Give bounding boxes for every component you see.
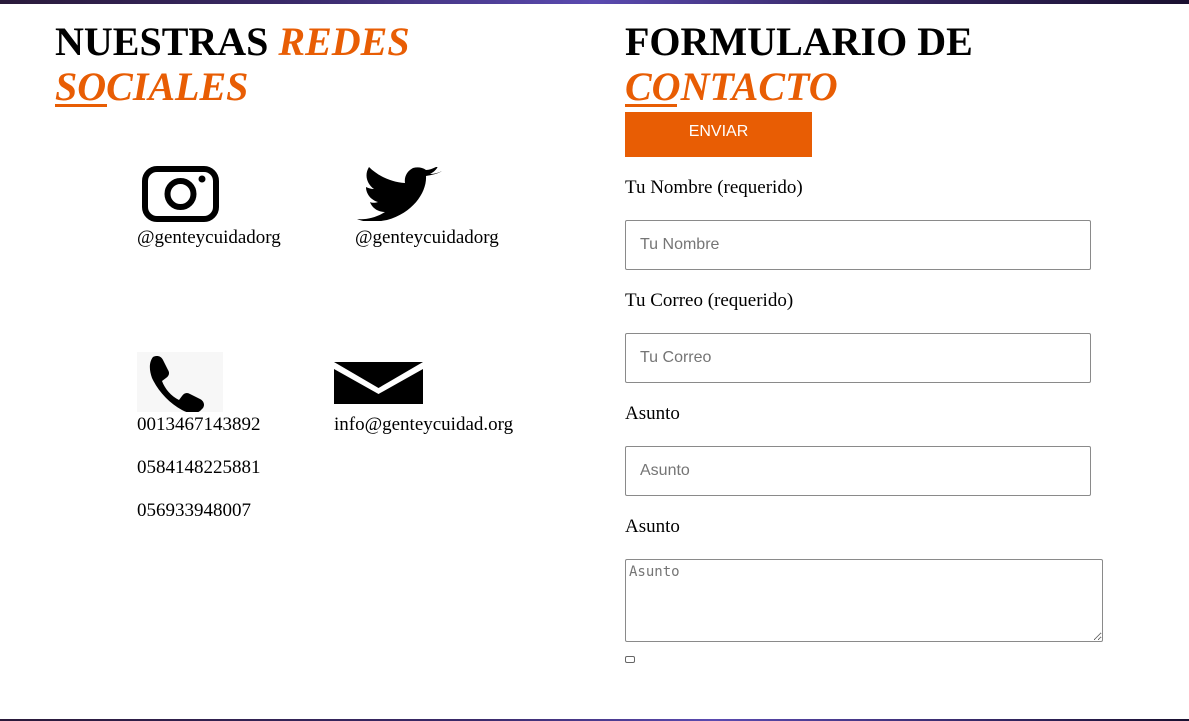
heading-plain-text: NUESTRAS bbox=[55, 19, 269, 64]
twitter-handle[interactable]: @genteycuidadorg bbox=[355, 227, 499, 249]
phone-icon bbox=[137, 352, 223, 412]
phone-number-3[interactable]: 056933948007 bbox=[137, 500, 251, 522]
top-gradient-bar bbox=[0, 0, 1189, 4]
email-address[interactable]: info@genteycuidad.org bbox=[334, 414, 513, 436]
form-section-heading: FORMULARIO DE CONTACTO bbox=[625, 19, 973, 109]
consent-checkbox[interactable] bbox=[625, 656, 635, 663]
phone-number-1[interactable]: 0013467143892 bbox=[137, 414, 261, 436]
envelope-icon bbox=[334, 362, 423, 404]
subject-field-label: Asunto bbox=[625, 403, 680, 424]
email-field[interactable] bbox=[625, 333, 1091, 383]
heading-accent-text: CONTACTO bbox=[625, 64, 838, 109]
name-field-label: Tu Nombre (requerido) bbox=[625, 177, 803, 198]
heading-accent-text: SOCIALES bbox=[55, 64, 249, 109]
social-section-heading: NUESTRAS REDES SOCIALES bbox=[55, 19, 410, 109]
submit-button[interactable]: ENVIAR bbox=[625, 112, 812, 157]
phone-number-2[interactable]: 0584148225881 bbox=[137, 457, 261, 479]
message-field-label: Asunto bbox=[625, 516, 680, 537]
instagram-icon[interactable] bbox=[142, 166, 219, 222]
instagram-handle[interactable]: @genteycuidadorg bbox=[137, 227, 281, 249]
message-textarea[interactable] bbox=[625, 559, 1103, 642]
email-field-label: Tu Correo (requerido) bbox=[625, 290, 794, 311]
heading-accent-text: REDES bbox=[278, 19, 410, 64]
twitter-icon[interactable] bbox=[355, 167, 443, 221]
subject-field[interactable] bbox=[625, 446, 1091, 496]
name-field[interactable] bbox=[625, 220, 1091, 270]
heading-plain-text: FORMULARIO DE bbox=[625, 19, 973, 64]
